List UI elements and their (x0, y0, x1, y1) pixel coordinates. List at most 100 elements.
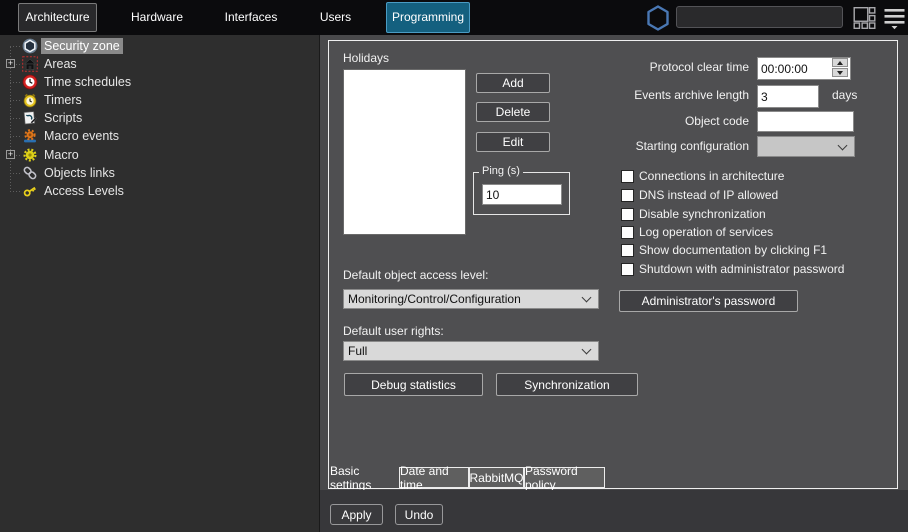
debug-statistics-button[interactable]: Debug statistics (344, 373, 483, 396)
sidebar-item-label: Macro events (41, 128, 122, 144)
checkbox-icon[interactable] (621, 208, 634, 221)
hexagon-icon (22, 38, 38, 54)
sidebar-item-label: Timers (41, 92, 85, 108)
edit-button[interactable]: Edit (476, 132, 550, 152)
checkbox-label: Log operation of services (639, 225, 773, 239)
checkbox-label: Disable synchronization (639, 207, 766, 221)
checkbox-label: Show documentation by clicking F1 (639, 243, 827, 257)
house-icon (22, 56, 38, 72)
sidebar-item-macro-events[interactable]: Macro events (0, 127, 318, 145)
sidebar-item-label: Security zone (41, 38, 123, 54)
delete-button[interactable]: Delete (476, 102, 550, 122)
holidays-label: Holidays (343, 51, 389, 65)
events-archive-length-input[interactable] (757, 85, 819, 108)
default-user-rights-label: Default user rights: (343, 324, 444, 338)
sidebar-tree: Security zone + Areas Time schedules Tim… (0, 35, 320, 532)
tree-connector (10, 136, 21, 137)
checkbox-icon[interactable] (621, 170, 634, 183)
checkbox-row-dns[interactable]: DNS instead of IP allowed (621, 188, 778, 202)
sidebar-item-security-zone[interactable]: Security zone (0, 37, 318, 55)
script-icon (22, 110, 38, 126)
chevron-down-icon (582, 345, 592, 355)
apply-button[interactable]: Apply (330, 504, 383, 525)
gear-orange-icon (22, 128, 38, 144)
synchronization-button[interactable]: Synchronization (496, 373, 638, 396)
spinner-down-icon[interactable] (832, 68, 848, 77)
administrators-password-button[interactable]: Administrator's password (619, 290, 798, 312)
chevron-down-icon (582, 293, 592, 303)
sidebar-item-time-schedules[interactable]: Time schedules (0, 73, 318, 91)
sidebar-item-timers[interactable]: Timers (0, 91, 318, 109)
tree-connector (10, 173, 21, 174)
sidebar-item-label: Time schedules (41, 74, 134, 90)
chevron-down-icon (838, 140, 848, 150)
checkbox-row-log-services[interactable]: Log operation of services (621, 225, 773, 239)
clock-icon (22, 74, 38, 90)
checkbox-icon[interactable] (621, 226, 634, 239)
chain-icon (22, 165, 38, 181)
tree-connector (10, 100, 21, 101)
ping-input[interactable] (482, 184, 562, 205)
expand-toggle-icon[interactable]: + (6, 150, 15, 159)
top-navigation-bar: Architecture Hardware Interfaces Users P… (0, 0, 908, 35)
ping-groupbox: Ping (s) (473, 172, 570, 215)
tree-connector (10, 82, 21, 83)
checkbox-icon[interactable] (621, 189, 634, 202)
grid-layout-icon[interactable] (851, 7, 878, 29)
default-object-access-label: Default object access level: (343, 268, 488, 282)
default-object-access-combo[interactable]: Monitoring/Control/Configuration (343, 289, 599, 309)
combo-value: Full (344, 344, 367, 358)
nav-tab-hardware[interactable]: Hardware (118, 0, 196, 35)
ping-group-label: Ping (s) (479, 165, 523, 177)
tree-connector (10, 46, 21, 47)
hexagon-logo-icon (645, 5, 671, 31)
checkbox-row-disable-sync[interactable]: Disable synchronization (621, 207, 766, 221)
checkbox-label: DNS instead of IP allowed (639, 188, 778, 202)
sidebar-item-macro[interactable]: + Macro (0, 146, 318, 164)
starting-configuration-combo[interactable] (757, 136, 855, 157)
undo-button[interactable]: Undo (395, 504, 443, 525)
sidebar-item-label: Areas (41, 56, 80, 72)
checkbox-row-shutdown-password[interactable]: Shutdown with administrator password (621, 262, 844, 276)
time-spinner[interactable] (832, 58, 848, 77)
expand-toggle-icon[interactable]: + (6, 59, 15, 68)
nav-tab-users[interactable]: Users (303, 0, 368, 35)
holidays-listbox[interactable] (343, 69, 466, 235)
combo-value: Monitoring/Control/Configuration (344, 292, 521, 306)
key-icon (22, 183, 38, 199)
search-input[interactable] (676, 6, 843, 28)
protocol-clear-time-label: Protocol clear time (569, 60, 749, 74)
sidebar-item-areas[interactable]: + Areas (0, 55, 318, 73)
sidebar-item-objects-links[interactable]: Objects links (0, 164, 318, 182)
tree-connector (10, 191, 21, 192)
gear-yellow-icon (22, 147, 38, 163)
sidebar-item-label: Scripts (41, 110, 85, 126)
checkbox-icon[interactable] (621, 244, 634, 257)
tab-basic-settings[interactable]: Basic settings (330, 467, 399, 488)
sidebar-item-label: Access Levels (41, 183, 127, 199)
default-user-rights-combo[interactable]: Full (343, 341, 599, 361)
object-code-label: Object code (569, 114, 749, 128)
spinner-up-icon[interactable] (832, 58, 848, 67)
checkbox-row-show-docs[interactable]: Show documentation by clicking F1 (621, 243, 827, 257)
tab-date-and-time[interactable]: Date and time (399, 467, 469, 488)
tab-rabbitmq[interactable]: RabbitMQ (469, 467, 524, 488)
nav-tab-architecture[interactable]: Architecture (18, 3, 97, 32)
tab-password-policy[interactable]: Password policy (524, 467, 605, 488)
sidebar-item-scripts[interactable]: Scripts (0, 109, 318, 127)
menu-icon[interactable] (884, 9, 905, 30)
tree-connector (10, 118, 21, 119)
add-button[interactable]: Add (476, 73, 550, 93)
sidebar-item-access-levels[interactable]: Access Levels (0, 182, 318, 200)
checkbox-row-connections[interactable]: Connections in architecture (621, 169, 784, 183)
starting-configuration-label: Starting configuration (569, 139, 749, 153)
basic-settings-tab-page: Holidays Add Delete Edit Ping (s) Protoc… (328, 40, 898, 489)
nav-tab-programming[interactable]: Programming (386, 2, 470, 33)
days-suffix-label: days (832, 88, 857, 102)
nav-tab-interfaces[interactable]: Interfaces (213, 0, 289, 35)
timer-icon (22, 92, 38, 108)
object-code-input[interactable] (757, 111, 854, 132)
sidebar-item-label: Macro (41, 147, 82, 163)
checkbox-label: Connections in architecture (639, 169, 784, 183)
checkbox-icon[interactable] (621, 263, 634, 276)
